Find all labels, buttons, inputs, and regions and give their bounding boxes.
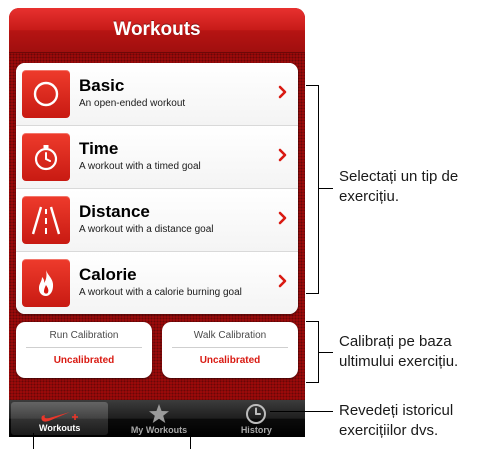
callout-tick [33, 433, 34, 449]
callout-line: exercițiu. [339, 188, 400, 205]
callout-leader [270, 411, 333, 412]
tab-label: Workouts [38, 423, 81, 433]
workout-row-time[interactable]: Time A workout with a timed goal [16, 126, 298, 189]
workout-name: Distance [79, 202, 150, 221]
tab-bar: Workouts My Workouts History [9, 400, 305, 437]
chevron-right-icon [278, 211, 288, 230]
callout-bracket [306, 382, 319, 383]
workout-name: Calorie [79, 265, 137, 284]
tab-label: History [240, 425, 272, 435]
callout-bracket [318, 85, 319, 293]
clock-icon [208, 403, 305, 425]
callout-line: Selectați un tip de [339, 168, 459, 185]
walk-calibration-title: Walk Calibration [193, 330, 267, 341]
run-calibration-status: Uncalibrated [53, 355, 115, 366]
phone-screen: Workouts Basic An open-ended workout Tim… [9, 8, 305, 437]
callout-line: Calibrați pe baza [339, 333, 452, 350]
callout-line: Revedeți istoricul [339, 402, 454, 419]
circle-icon [22, 70, 70, 118]
chevron-right-icon [278, 274, 288, 293]
callout-workout-type: Selectați un tip de exercițiu. [339, 167, 458, 207]
workout-description: An open-ended workout [79, 98, 186, 109]
workout-description: A workout with a timed goal [79, 161, 201, 172]
workout-description: A workout with a distance goal [79, 224, 214, 235]
callout-line: exercițiilor dvs. [339, 422, 439, 439]
workout-row-basic[interactable]: Basic An open-ended workout [16, 63, 298, 126]
workout-description: A workout with a calorie burning goal [79, 287, 242, 298]
chevron-right-icon [278, 148, 288, 167]
walk-calibration-status: Uncalibrated [199, 355, 261, 366]
callout-calibrate: Calibrați pe baza ultimului exercițiu. [339, 332, 458, 372]
tab-history[interactable]: History [208, 400, 305, 437]
road-icon [22, 196, 70, 244]
walk-calibration-button[interactable]: Walk Calibration Uncalibrated [162, 322, 298, 378]
chevron-right-icon [278, 85, 288, 104]
flame-icon [22, 259, 70, 307]
workout-row-distance[interactable]: Distance A workout with a distance goal [16, 189, 298, 252]
callout-bracket [306, 293, 319, 294]
run-calibration-title: Run Calibration [49, 330, 119, 341]
callout-bracket [306, 321, 318, 322]
stopwatch-icon [22, 133, 70, 181]
workout-name: Basic [79, 76, 125, 95]
callout-tick [190, 433, 191, 449]
divider [172, 347, 288, 348]
tab-my-workouts[interactable]: My Workouts [110, 400, 207, 437]
page-title: Workouts [113, 19, 201, 40]
run-calibration-button[interactable]: Run Calibration Uncalibrated [16, 322, 152, 378]
callout-history: Revedeți istoricul exercițiilor dvs. [339, 401, 453, 441]
callout-leader [318, 188, 333, 189]
star-icon [110, 403, 207, 425]
divider [26, 347, 142, 348]
callout-line: ultimului exercițiu. [339, 353, 459, 370]
workout-type-list: Basic An open-ended workout Time A worko… [16, 63, 298, 314]
tab-label: My Workouts [130, 425, 188, 435]
navigation-bar: Workouts [9, 8, 305, 53]
callout-leader [318, 352, 333, 353]
tab-workouts[interactable]: Workouts [11, 402, 109, 435]
workout-row-calorie[interactable]: Calorie A workout with a calorie burning… [16, 252, 298, 314]
callout-bracket [306, 85, 318, 86]
workout-name: Time [79, 139, 119, 158]
